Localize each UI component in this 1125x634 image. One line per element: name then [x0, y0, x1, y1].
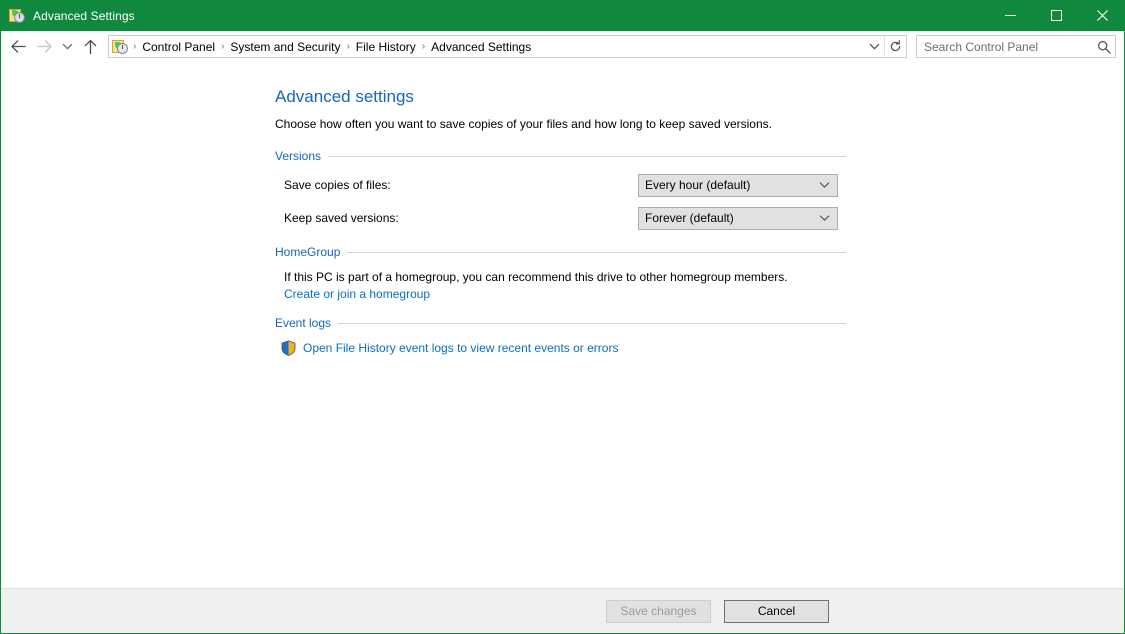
search-input[interactable] [917, 39, 1093, 54]
maximize-button[interactable] [1033, 0, 1079, 31]
breadcrumb-separator: › [421, 40, 426, 52]
section-label: HomeGroup [275, 245, 341, 259]
refresh-icon [890, 40, 901, 52]
title-bar: Advanced Settings [0, 0, 1125, 31]
forward-button[interactable] [31, 35, 57, 59]
save-copies-dropdown[interactable]: Every hour (default) [638, 173, 838, 197]
search-box[interactable] [916, 35, 1116, 58]
chevron-down-icon [62, 43, 72, 50]
field-keep-saved-versions: Keep saved versions: Forever (default) [275, 206, 875, 230]
field-label: Save copies of files: [284, 178, 391, 192]
back-arrow-icon [10, 40, 26, 53]
section-divider [338, 322, 846, 324]
section-event-logs: Event logs Open File History event logs … [275, 316, 875, 356]
advanced-settings-page: Advanced settings Choose how often you w… [275, 86, 875, 371]
window-title: Advanced Settings [33, 8, 135, 23]
minimize-button[interactable] [987, 0, 1033, 31]
homegroup-description: If this PC is part of a homegroup, you c… [284, 270, 788, 284]
section-label: Event logs [275, 316, 332, 330]
page-title: Advanced settings [275, 87, 414, 106]
open-event-logs-link[interactable]: Open File History event logs to view rec… [303, 341, 618, 355]
previous-locations-button[interactable] [864, 36, 884, 57]
dialog-footer: Save changes Cancel [1, 588, 1124, 633]
recent-locations-button[interactable] [57, 35, 77, 59]
section-divider [328, 155, 846, 157]
uac-shield-icon [281, 340, 296, 356]
save-copies-value: Every hour (default) [645, 178, 751, 192]
keep-saved-versions-dropdown[interactable]: Forever (default) [638, 206, 838, 230]
content-area: Advanced settings Choose how often you w… [1, 62, 1124, 588]
section-header-homegroup: HomeGroup [275, 245, 846, 259]
back-button[interactable] [5, 35, 31, 59]
section-header-event-logs: Event logs [275, 316, 846, 330]
window-controls [987, 0, 1125, 31]
refresh-button[interactable] [884, 36, 906, 57]
section-divider [347, 251, 846, 253]
breadcrumb-separator: › [133, 40, 137, 52]
breadcrumb-separator: › [346, 40, 350, 52]
homegroup-body: If this PC is part of a homegroup, you c… [275, 269, 875, 301]
navigation-bar: › Control Panel › System and Security › … [1, 31, 1124, 62]
up-level-button[interactable] [77, 35, 103, 59]
breadcrumb-item-system-and-security[interactable]: System and Security [226, 38, 344, 56]
breadcrumb-item-advanced-settings[interactable]: Advanced Settings [427, 38, 535, 56]
address-bar-actions [864, 36, 906, 57]
create-or-join-homegroup-link[interactable]: Create or join a homegroup [284, 287, 430, 301]
chevron-down-icon [819, 211, 830, 225]
file-history-icon [9, 8, 25, 24]
breadcrumb-item-control-panel[interactable]: Control Panel [138, 38, 219, 56]
breadcrumb-separator: › [221, 40, 225, 52]
chevron-down-icon [869, 43, 879, 50]
section-header-versions: Versions [275, 149, 846, 163]
field-label: Keep saved versions: [284, 211, 399, 225]
chevron-down-icon [819, 178, 830, 192]
close-button[interactable] [1079, 0, 1125, 31]
breadcrumb: › Control Panel › System and Security › … [131, 38, 864, 56]
address-bar[interactable]: › Control Panel › System and Security › … [108, 35, 907, 58]
advanced-settings-window: Advanced Settings › Control Panel › Syst… [0, 0, 1125, 634]
field-save-copies-of-files: Save copies of files: Every hour (defaul… [275, 173, 875, 197]
forward-arrow-icon [36, 40, 52, 53]
section-versions: Versions Save copies of files: Every hou… [275, 149, 875, 230]
breadcrumb-item-file-history[interactable]: File History [352, 38, 420, 56]
save-changes-button[interactable]: Save changes [606, 599, 711, 623]
section-homegroup: HomeGroup If this PC is part of a homegr… [275, 245, 875, 301]
keep-saved-versions-value: Forever (default) [645, 211, 734, 225]
search-icon[interactable] [1093, 36, 1115, 57]
cancel-button[interactable]: Cancel [724, 599, 829, 623]
up-arrow-icon [84, 39, 96, 54]
event-logs-body: Open File History event logs to view rec… [275, 340, 875, 356]
section-label: Versions [275, 149, 322, 163]
address-file-history-icon [112, 39, 128, 55]
page-description: Choose how often you want to save copies… [275, 117, 772, 131]
